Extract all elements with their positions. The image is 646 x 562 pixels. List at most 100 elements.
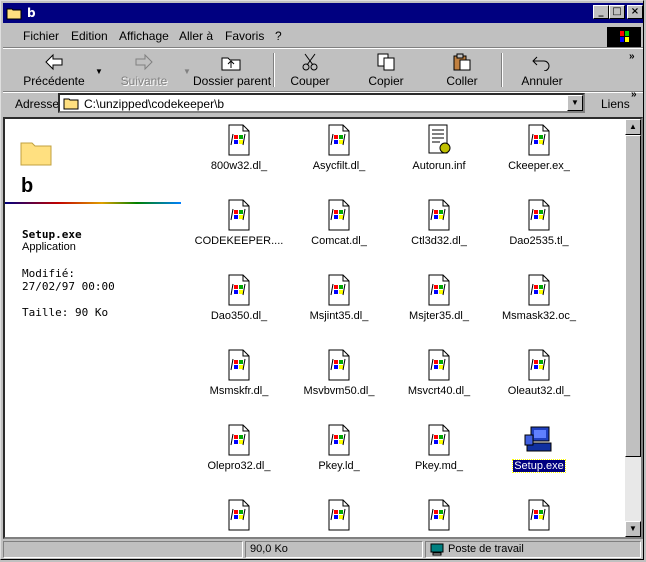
address-input[interactable]: C:\unzipped\codekeeper\b ▼ <box>58 93 585 113</box>
minimize-button[interactable]: _ <box>593 5 609 19</box>
menu-affichage[interactable]: Affichage <box>119 29 169 43</box>
file-item[interactable]: Msjint35.dl_ <box>291 273 387 322</box>
file-item[interactable]: Autorun.inf <box>391 123 487 172</box>
compressed-file-icon <box>428 199 450 231</box>
back-button[interactable]: Précédente <box>13 49 95 91</box>
file-item[interactable]: Dao350.dl_ <box>191 273 287 322</box>
file-item[interactable] <box>491 498 587 537</box>
compressed-file-icon <box>228 499 250 531</box>
status-bar: 90,0 Ko Poste de travail <box>3 541 643 559</box>
address-dropdown-icon[interactable]: ▼ <box>567 95 583 111</box>
back-dropdown-icon[interactable]: ▼ <box>95 67 103 76</box>
file-name: Ctl3d32.dl_ <box>411 235 467 247</box>
toolbar-separator <box>501 53 503 87</box>
file-item[interactable]: Olepro32.dl_ <box>191 423 287 472</box>
compressed-file-icon <box>528 199 550 231</box>
inf-file-icon <box>428 124 451 154</box>
file-item[interactable]: Pkey.md_ <box>391 423 487 472</box>
file-item[interactable]: Dao2535.tl_ <box>491 198 587 247</box>
compressed-file-icon <box>228 424 250 456</box>
compressed-file-icon <box>528 349 550 381</box>
cut-button[interactable]: Couper <box>279 49 341 91</box>
file-name: Autorun.inf <box>412 160 466 172</box>
compressed-file-icon <box>428 349 450 381</box>
title-bar[interactable]: b _ □ × <box>3 3 643 23</box>
file-item[interactable]: 800w32.dl_ <box>191 123 287 172</box>
file-name: CODEKEEPER.... <box>194 235 284 247</box>
file-item[interactable] <box>391 498 487 537</box>
compressed-file-icon <box>228 199 250 231</box>
parent-folder-label: Dossier parent <box>193 74 272 88</box>
copy-button[interactable]: Copier <box>355 49 417 91</box>
divider <box>5 202 181 204</box>
menu-favoris[interactable]: Favoris <box>225 29 264 43</box>
chevron-more-icon[interactable]: » <box>629 51 635 62</box>
back-label: Précédente <box>23 74 85 88</box>
address-label: Adresse <box>15 97 60 111</box>
chevron-more-icon[interactable]: » <box>631 89 637 100</box>
scroll-thumb[interactable] <box>625 135 641 457</box>
explorer-window: b _ □ × Fichier Edition Affichage Aller … <box>0 0 644 560</box>
file-item[interactable]: Pkey.ld_ <box>291 423 387 472</box>
address-value: C:\unzipped\codekeeper\b <box>84 97 225 111</box>
vertical-scrollbar[interactable]: ▲ ▼ <box>625 119 641 537</box>
file-item[interactable]: Msvcrt40.dl_ <box>391 348 487 397</box>
file-item[interactable]: Msmask32.oc_ <box>491 273 587 322</box>
file-item[interactable]: Oleaut32.dl_ <box>491 348 587 397</box>
compressed-file-icon <box>328 499 350 531</box>
file-item[interactable]: Ctl3d32.dl_ <box>391 198 487 247</box>
menu-aller-a[interactable]: Aller à <box>179 29 213 43</box>
computer-icon <box>430 543 444 556</box>
parent-folder-button[interactable]: Dossier parent <box>193 49 272 91</box>
selected-file-name: Setup.exe <box>22 228 82 241</box>
file-item[interactable]: CODEKEEPER.... <box>191 198 287 247</box>
size-info: Taille: 90 Ko <box>22 306 109 319</box>
undo-button[interactable]: Annuler <box>511 49 573 91</box>
menu-edition[interactable]: Edition <box>71 29 108 43</box>
forward-button[interactable]: Suivante <box>107 49 181 91</box>
forward-dropdown-icon[interactable]: ▼ <box>183 67 191 76</box>
file-item[interactable] <box>191 498 287 537</box>
compressed-file-icon <box>428 424 450 456</box>
file-name: Asycfilt.dl_ <box>312 160 366 172</box>
file-item[interactable]: Ckeeper.ex_ <box>491 123 587 172</box>
file-name: Msmskfr.dl_ <box>209 385 269 397</box>
undo-icon <box>532 56 550 71</box>
compressed-file-icon <box>228 124 250 156</box>
close-button[interactable]: × <box>627 5 643 19</box>
file-name: Dao350.dl_ <box>210 310 268 322</box>
file-item[interactable]: Msmskfr.dl_ <box>191 348 287 397</box>
links-button[interactable]: Liens <box>601 97 630 111</box>
compressed-file-icon <box>328 199 350 231</box>
selected-file-type: Application <box>22 241 76 253</box>
file-name: Msjint35.dl_ <box>309 310 369 322</box>
scroll-up-icon[interactable]: ▲ <box>625 119 641 135</box>
compressed-file-icon <box>228 274 250 306</box>
menu-fichier[interactable]: Fichier <box>23 29 59 43</box>
compressed-file-icon <box>228 349 250 381</box>
status-panel <box>3 541 243 558</box>
scroll-down-icon[interactable]: ▼ <box>625 521 641 537</box>
file-item[interactable] <box>291 498 387 537</box>
status-size: 90,0 Ko <box>245 541 423 558</box>
file-item[interactable]: Setup.exe <box>491 423 587 473</box>
paste-button[interactable]: Coller <box>431 49 493 91</box>
file-view[interactable]: b Setup.exe Application Modifié: 27/02/9… <box>3 117 643 539</box>
file-name: Dao2535.tl_ <box>509 235 569 247</box>
file-name: Ckeeper.ex_ <box>508 160 570 172</box>
windows-logo-icon <box>607 27 641 47</box>
compressed-file-icon <box>528 274 550 306</box>
folder-up-icon <box>221 57 241 71</box>
file-name: 800w32.dl_ <box>210 160 268 172</box>
file-item[interactable]: Msvbvm50.dl_ <box>291 348 387 397</box>
compressed-file-icon <box>528 124 550 156</box>
compressed-file-icon <box>428 274 450 306</box>
maximize-button[interactable]: □ <box>609 5 625 19</box>
file-item[interactable]: Asycfilt.dl_ <box>291 123 387 172</box>
scissors-icon <box>302 53 318 71</box>
menu-help[interactable]: ? <box>275 29 282 43</box>
compressed-file-icon <box>328 274 350 306</box>
folder-icon <box>63 98 79 110</box>
file-item[interactable]: Comcat.dl_ <box>291 198 387 247</box>
file-item[interactable]: Msjter35.dl_ <box>391 273 487 322</box>
